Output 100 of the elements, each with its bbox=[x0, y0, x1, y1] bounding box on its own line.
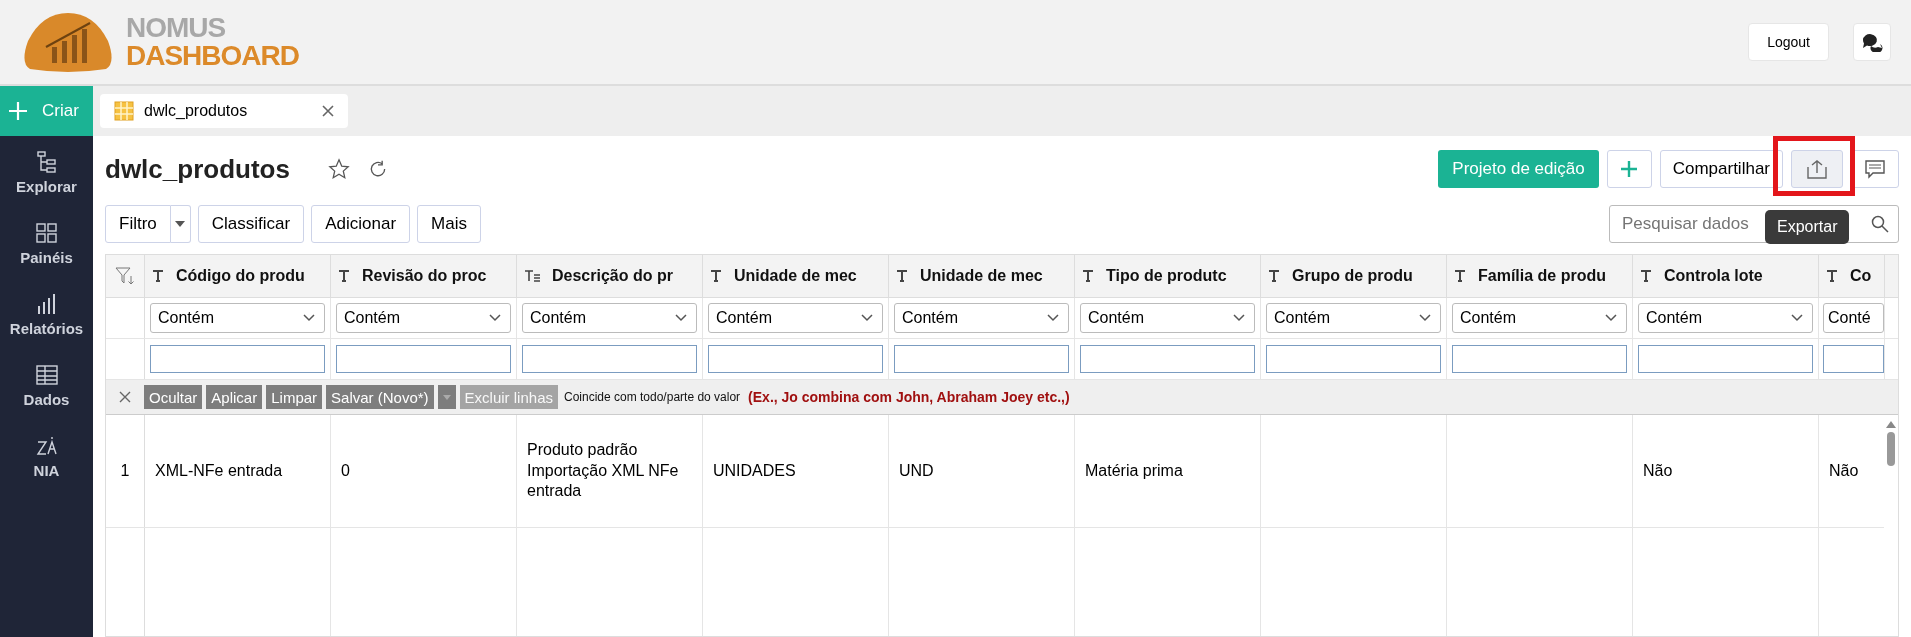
view-title: dwlc_produtos bbox=[105, 153, 290, 185]
table-cell-text: UND bbox=[899, 460, 934, 481]
column-header[interactable]: Grupo de produ bbox=[1292, 267, 1413, 285]
sidebar-item[interactable]: Relatórios bbox=[0, 278, 93, 349]
chevron-down-icon bbox=[1605, 314, 1617, 322]
close-icon[interactable] bbox=[119, 391, 131, 403]
search-icon[interactable] bbox=[1871, 215, 1889, 233]
chevron-down-icon bbox=[861, 314, 873, 322]
operator-dropdown[interactable]: Contém bbox=[708, 303, 883, 333]
column-header[interactable]: Controla lote bbox=[1664, 267, 1763, 285]
chevron-down-icon bbox=[1419, 314, 1431, 322]
scroll-up-icon[interactable] bbox=[1886, 421, 1896, 428]
operator-dropdown[interactable]: Conté bbox=[1823, 303, 1884, 333]
grid-icon bbox=[34, 221, 59, 245]
share-button[interactable]: Compartilhar bbox=[1659, 150, 1783, 188]
sidebar-item[interactable]: Dados bbox=[0, 349, 93, 420]
column-header[interactable]: Unidade de mec bbox=[920, 267, 1043, 285]
filter-action-button[interactable]: Aplicar bbox=[206, 385, 263, 409]
filter-input[interactable] bbox=[1266, 345, 1441, 373]
text-type-icon bbox=[152, 270, 164, 282]
caret-icon bbox=[442, 394, 451, 400]
table-cell-text: XML-NFe entrada bbox=[155, 460, 283, 481]
hierarchy-icon bbox=[34, 150, 59, 174]
filter-input[interactable] bbox=[708, 345, 883, 373]
operator-dropdown[interactable]: Contém bbox=[894, 303, 1069, 333]
toolbar-button[interactable]: Mais bbox=[417, 205, 481, 243]
column-header[interactable]: Tipo de produtc bbox=[1106, 267, 1227, 285]
sidebar-item[interactable]: Explorar bbox=[0, 136, 93, 207]
chevron-down-icon bbox=[1791, 314, 1803, 322]
upload-icon bbox=[1806, 159, 1828, 179]
filter-action-button[interactable]: Salvar (Novo*) bbox=[326, 385, 434, 409]
text-type-icon bbox=[1454, 270, 1466, 282]
table-cell-text: UNIDADES bbox=[713, 460, 796, 481]
text-type-icon bbox=[710, 270, 722, 282]
table-cell-text: Não bbox=[1643, 460, 1673, 481]
filter-input[interactable] bbox=[1452, 345, 1627, 373]
operator-dropdown[interactable]: Contém bbox=[1080, 303, 1255, 333]
filter-icon[interactable] bbox=[115, 266, 135, 286]
sidebar-item[interactable]: Painéis bbox=[0, 207, 93, 278]
sidebar-item[interactable]: NIA bbox=[0, 420, 93, 491]
filter-button[interactable]: Filtro bbox=[105, 205, 171, 243]
text-type-icon bbox=[1640, 270, 1652, 282]
text-type-icon bbox=[338, 270, 350, 282]
filter-input[interactable] bbox=[1638, 345, 1813, 373]
long-text-type-icon bbox=[524, 270, 540, 282]
filter-input[interactable] bbox=[1080, 345, 1255, 373]
operator-dropdown[interactable]: Contém bbox=[522, 303, 697, 333]
add-button[interactable] bbox=[1606, 150, 1652, 188]
plus-icon bbox=[8, 101, 28, 121]
table-icon bbox=[114, 101, 134, 121]
filter-input[interactable] bbox=[1823, 345, 1884, 373]
filter-input[interactable] bbox=[894, 345, 1069, 373]
filter-input[interactable] bbox=[336, 345, 511, 373]
column-header[interactable]: Co bbox=[1850, 267, 1872, 285]
table-cell-text: Matéria prima bbox=[1085, 460, 1183, 481]
table-cell-text: Produto padrão Importação XML NFe entrada bbox=[527, 439, 680, 502]
column-header[interactable]: Família de produ bbox=[1478, 267, 1606, 285]
operator-dropdown[interactable]: Contém bbox=[1638, 303, 1813, 333]
operator-dropdown[interactable]: Contém bbox=[336, 303, 511, 333]
comment-icon bbox=[1864, 158, 1886, 180]
plus-icon bbox=[1620, 160, 1639, 178]
filter-input[interactable] bbox=[150, 345, 325, 373]
column-header[interactable]: Descrição do pr bbox=[552, 267, 673, 285]
filter-hint: Coincide com todo/parte do valor bbox=[564, 390, 741, 404]
chevron-down-icon bbox=[675, 314, 687, 322]
column-header[interactable]: Unidade de mec bbox=[734, 267, 857, 285]
tooltip: Exportar bbox=[1765, 210, 1850, 244]
toolbar-button[interactable]: Classificar bbox=[197, 205, 305, 243]
text-type-icon bbox=[1082, 270, 1094, 282]
filter-example: (Ex., Jo combina com John, Abraham Joey etc.,) bbox=[748, 389, 1070, 405]
row-number: 1 bbox=[120, 462, 130, 480]
table-icon bbox=[34, 363, 59, 387]
logo-subtitle: DASHBOARD bbox=[126, 42, 299, 70]
tab[interactable]: dwlc_produtos bbox=[100, 94, 348, 128]
filter-action-button[interactable]: Ocultar bbox=[144, 385, 203, 409]
operator-dropdown[interactable]: Contém bbox=[1452, 303, 1627, 333]
dropdown-button[interactable] bbox=[437, 385, 456, 409]
chat-button[interactable] bbox=[1853, 23, 1891, 61]
operator-dropdown[interactable]: Contém bbox=[150, 303, 325, 333]
operator-dropdown[interactable]: Contém bbox=[1266, 303, 1441, 333]
filter-action-button[interactable]: Limpar bbox=[266, 385, 323, 409]
export-button[interactable] bbox=[1791, 150, 1843, 188]
dropdown-button[interactable] bbox=[170, 205, 191, 243]
column-header[interactable]: Revisão do proc bbox=[362, 267, 487, 285]
chevron-down-icon bbox=[489, 314, 501, 322]
caret-icon bbox=[175, 221, 186, 227]
toolbar-button[interactable]: Adicionar bbox=[311, 205, 411, 243]
table-cell-text: 0 bbox=[341, 460, 350, 481]
close-icon[interactable] bbox=[322, 105, 334, 117]
star-icon[interactable] bbox=[327, 158, 350, 180]
text-type-icon bbox=[896, 270, 908, 282]
filter-input[interactable] bbox=[522, 345, 697, 373]
scrollbar-thumb[interactable] bbox=[1887, 432, 1895, 466]
chevron-down-icon bbox=[1047, 314, 1059, 322]
column-header[interactable]: Código do produ bbox=[176, 267, 305, 285]
logout-button[interactable]: Logout bbox=[1748, 23, 1829, 61]
text-type-icon bbox=[1826, 270, 1838, 282]
table-cell-text: Não bbox=[1829, 460, 1859, 481]
text-type-icon bbox=[1268, 270, 1280, 282]
logo-text: NOMUS bbox=[126, 14, 227, 42]
